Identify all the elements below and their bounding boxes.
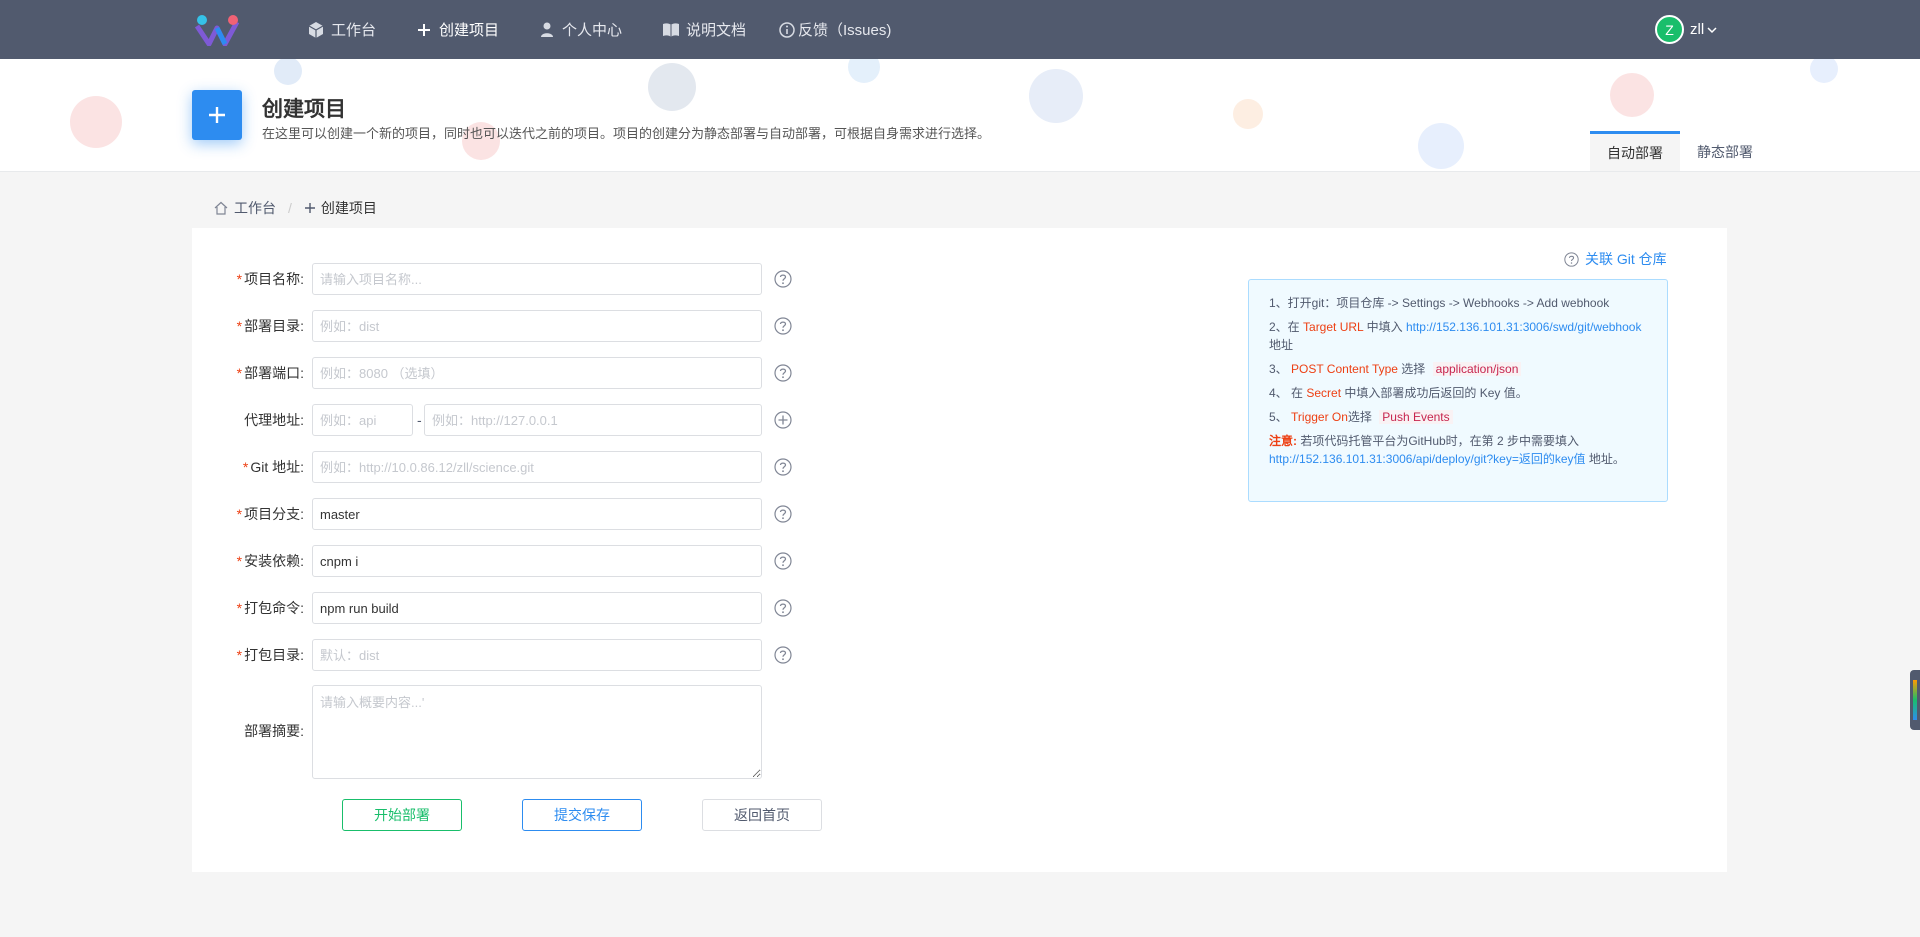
proxy-path-input[interactable] <box>312 404 413 436</box>
side-widget-handle[interactable] <box>1910 670 1920 730</box>
top-nav: 工作台 创建项目 个人中心 说明文档 反馈（Issues) Z zll <box>0 0 1920 59</box>
help-step: 4、 在 Secret 中填入部署成功后返回的 Key 值。 <box>1269 386 1528 400</box>
user-name: zll <box>1690 21 1705 38</box>
decor-bubble <box>648 63 696 111</box>
form-label: * 打包命令: <box>236 600 304 616</box>
build-command-input[interactable] <box>312 592 762 624</box>
decor-bubble <box>848 59 880 83</box>
summary-textarea[interactable] <box>312 685 762 779</box>
home-icon <box>214 201 228 215</box>
link-git-repo[interactable]: 关联 Git 仓库 <box>1564 249 1667 269</box>
submit-save-button[interactable]: 提交保存 <box>522 799 642 831</box>
form-label: * Git 地址: <box>242 459 304 475</box>
project-name-input[interactable] <box>312 263 762 295</box>
page-title: 创建项目 <box>262 98 346 121</box>
user-menu[interactable]: Z zll <box>1655 15 1718 44</box>
git-url-input[interactable] <box>312 451 762 483</box>
nav-label: 反馈（Issues) <box>798 22 892 39</box>
create-project-badge <box>192 90 242 140</box>
install-command-input[interactable] <box>312 545 762 577</box>
help-step: 1、打开git：项目仓库 -> Settings -> Webhooks -> … <box>1269 296 1610 310</box>
page-description: 在这里可以创建一个新的项目，同时也可以迭代之前的项目。项目的创建分为静态部署与自… <box>262 126 991 141</box>
book-icon <box>663 22 679 37</box>
breadcrumb-separator: / <box>288 200 292 216</box>
plus-icon <box>418 23 430 36</box>
nav-label: 个人中心 <box>562 22 623 39</box>
form-label: * 打包目录: <box>236 647 304 663</box>
proxy-target-input[interactable] <box>424 404 762 436</box>
form-label: * 项目名称: <box>236 271 304 287</box>
add-circle-icon[interactable] <box>774 411 792 429</box>
help-note: 注意: 若项代码托管平台为GitHub时，在第 2 步中需要填入http://1… <box>1269 434 1625 466</box>
form-label: 部署摘要: <box>244 723 304 739</box>
breadcrumb-current: 创建项目 <box>320 200 377 216</box>
question-icon[interactable] <box>774 552 792 570</box>
deploy-port-input[interactable] <box>312 357 762 389</box>
nav-item-personal-center[interactable]: 个人中心 <box>538 0 622 59</box>
branch-input[interactable] <box>312 498 762 530</box>
nav-item-workbench[interactable]: 工作台 <box>307 0 376 59</box>
app-logo[interactable] <box>195 14 239 46</box>
info-icon <box>779 21 795 38</box>
form-label: 代理地址: <box>244 412 304 428</box>
back-home-button[interactable]: 返回首页 <box>702 799 822 831</box>
github-deploy-url[interactable]: http://152.136.101.31:3006/api/deploy/gi… <box>1269 452 1586 466</box>
nav-item-docs[interactable]: 说明文档 <box>662 0 746 59</box>
nav-label: 说明文档 <box>686 22 747 39</box>
create-project-form-card: *项目名称: *部署目录: *部署端口: 代理地址: - *Git 地址: *项… <box>192 228 1727 872</box>
nav-item-feedback[interactable]: 反馈（Issues) <box>778 0 891 59</box>
decor-bubble <box>1233 99 1263 129</box>
git-link-label: 关联 Git 仓库 <box>1585 251 1667 267</box>
question-icon[interactable] <box>774 364 792 382</box>
decor-bubble <box>1029 69 1083 123</box>
form-label: * 安装依赖: <box>236 553 304 569</box>
page-header: 创建项目 在这里可以创建一个新的项目，同时也可以迭代之前的项目。项目的创建分为静… <box>0 59 1920 172</box>
nav-item-create-project[interactable]: 创建项目 <box>415 0 499 59</box>
webhook-help-box: 1、打开git：项目仓库 -> Settings -> Webhooks -> … <box>1248 279 1668 502</box>
question-icon[interactable] <box>774 458 792 476</box>
breadcrumb: 工作台 / 创建项目 <box>214 198 377 218</box>
plus-icon <box>304 203 315 213</box>
question-icon[interactable] <box>774 505 792 523</box>
form-label: * 项目分支: <box>236 506 304 522</box>
deploy-dir-input[interactable] <box>312 310 762 342</box>
chevron-down-icon <box>1707 26 1717 33</box>
question-icon[interactable] <box>774 646 792 664</box>
proxy-separator: - <box>417 412 422 428</box>
question-icon[interactable] <box>774 317 792 335</box>
form-label: * 部署目录: <box>236 318 304 334</box>
start-deploy-button[interactable]: 开始部署 <box>342 799 462 831</box>
decor-bubble <box>274 59 302 85</box>
decor-bubble <box>1610 73 1654 117</box>
nav-label: 工作台 <box>331 22 377 39</box>
help-step: 2、在 Target URL 中填入 http://152.136.101.31… <box>1269 320 1642 352</box>
help-step: 3、 POST Content Type 选择 application/json <box>1269 360 1647 378</box>
tab-auto-deploy[interactable]: 自动部署 <box>1590 131 1680 171</box>
webhook-url[interactable]: http://152.136.101.31:3006/swd/git/webho… <box>1406 320 1642 334</box>
tab-static-deploy[interactable]: 静态部署 <box>1680 131 1770 171</box>
question-icon[interactable] <box>774 599 792 617</box>
help-step: 5、 Trigger On选择 Push Events <box>1269 408 1647 426</box>
avatar: Z <box>1655 15 1684 44</box>
question-icon[interactable] <box>774 270 792 288</box>
decor-bubble <box>70 96 122 148</box>
nav-label: 创建项目 <box>439 22 500 39</box>
plus-icon <box>209 107 225 123</box>
build-dir-input[interactable] <box>312 639 762 671</box>
deploy-mode-tabs: 自动部署 静态部署 <box>1590 131 1770 171</box>
question-icon <box>1564 251 1579 267</box>
breadcrumb-home[interactable]: 工作台 <box>234 198 276 218</box>
person-icon <box>541 22 553 37</box>
decor-bubble <box>1810 59 1838 83</box>
form-label: * 部署端口: <box>236 365 304 381</box>
decor-bubble <box>1418 123 1464 169</box>
cube-icon <box>308 21 324 38</box>
